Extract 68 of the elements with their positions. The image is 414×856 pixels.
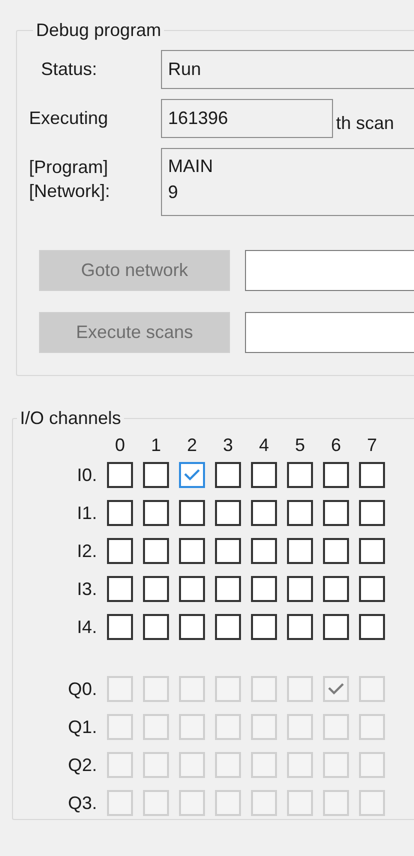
checkbox[interactable] <box>323 500 349 526</box>
checkbox[interactable] <box>107 462 133 488</box>
column-header: 4 <box>258 436 270 454</box>
field-label: [Program] [Network]: <box>29 156 112 203</box>
read-only-field: 161396 <box>161 99 333 138</box>
checkbox[interactable] <box>143 576 169 602</box>
checkbox[interactable] <box>359 538 385 564</box>
field-label: Status: <box>40 58 98 81</box>
checkbox[interactable] <box>215 500 241 526</box>
checkbox[interactable] <box>179 462 205 488</box>
checkbox[interactable] <box>251 576 277 602</box>
checkbox[interactable] <box>179 614 205 640</box>
checkbox[interactable] <box>323 538 349 564</box>
column-header: 2 <box>186 436 198 454</box>
checkbox[interactable] <box>359 576 385 602</box>
group-title: Debug program <box>35 20 162 40</box>
checkbox[interactable] <box>215 538 241 564</box>
row-label: Q1. <box>66 716 97 739</box>
row-label: I4. <box>76 616 97 639</box>
column-header: 0 <box>114 436 126 454</box>
column-header: 1 <box>150 436 162 454</box>
unit-label: th scan <box>335 112 394 134</box>
checkbox[interactable] <box>287 462 313 488</box>
checkbox[interactable] <box>215 576 241 602</box>
checkbox[interactable] <box>287 500 313 526</box>
checkbox[interactable] <box>107 538 133 564</box>
checkbox[interactable] <box>215 614 241 640</box>
checkbox[interactable] <box>251 500 277 526</box>
row-label: I3. <box>76 578 97 601</box>
checkbox[interactable] <box>323 614 349 640</box>
checkbox[interactable] <box>251 614 277 640</box>
checkbox[interactable] <box>179 500 205 526</box>
row-label: I1. <box>76 502 97 525</box>
checkbox[interactable] <box>143 500 169 526</box>
checkbox[interactable] <box>323 576 349 602</box>
checkbox[interactable] <box>143 462 169 488</box>
checkbox[interactable] <box>179 538 205 564</box>
checkbox[interactable] <box>215 462 241 488</box>
column-header: 3 <box>222 436 234 454</box>
checkbox[interactable] <box>359 462 385 488</box>
row-label: Q3. <box>66 792 97 815</box>
checkbox[interactable] <box>359 614 385 640</box>
column-header: 6 <box>330 436 342 454</box>
checkbox[interactable] <box>359 500 385 526</box>
read-only-field: MAIN 9 <box>161 148 414 216</box>
row-label: Q0. <box>66 678 97 701</box>
checkbox[interactable] <box>287 576 313 602</box>
checkbox[interactable] <box>287 538 313 564</box>
checkbox[interactable] <box>323 462 349 488</box>
field-label: Executing <box>29 107 110 130</box>
column-header: 5 <box>294 436 306 454</box>
row-label: Q2. <box>66 754 97 777</box>
checkbox[interactable] <box>143 538 169 564</box>
checkbox[interactable] <box>287 614 313 640</box>
checkbox[interactable] <box>251 462 277 488</box>
group-title: I/O channels <box>19 408 122 428</box>
read-only-field: Run <box>161 50 414 89</box>
input-field[interactable] <box>245 250 414 291</box>
checkbox[interactable] <box>107 576 133 602</box>
column-header: 7 <box>366 436 378 454</box>
checkbox[interactable] <box>143 614 169 640</box>
checkbox[interactable] <box>179 576 205 602</box>
checkbox[interactable] <box>251 538 277 564</box>
checkbox[interactable] <box>107 500 133 526</box>
row-label: I2. <box>76 540 97 563</box>
row-label: I0. <box>76 464 97 487</box>
input-field[interactable] <box>245 312 414 353</box>
checkbox[interactable] <box>107 614 133 640</box>
